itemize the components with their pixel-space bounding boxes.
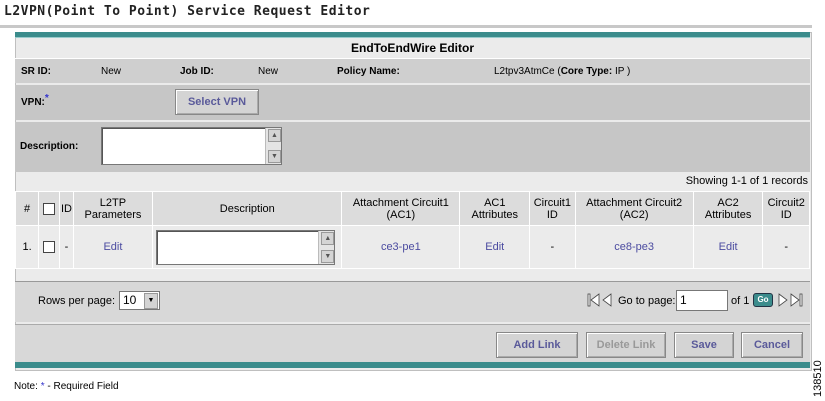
row-checkbox[interactable] [43,241,56,254]
col-ac2: Attachment Circuit2 (AC2) [574,191,694,226]
policy-name-label: Policy Name: [337,66,400,77]
description-scrollbar[interactable]: ▲ ▼ [265,128,281,164]
table-header: # ID L2TP Parameters Description Attachm… [14,191,810,226]
select-all-checkbox[interactable] [43,202,56,215]
goto-page-input[interactable]: 1 [676,290,728,311]
chevron-down-icon: ▼ [144,293,158,309]
scroll-down-icon[interactable]: ▼ [268,150,281,163]
col-number: # [14,191,40,226]
go-button[interactable]: Go [753,293,773,307]
col-l2tp-parameters: L2TP Parameters [72,191,154,226]
col-description: Description [152,191,343,226]
ac2-edit-link[interactable]: Edit [692,225,764,269]
scroll-up-icon[interactable]: ▲ [321,231,335,245]
core-type-value: IP ) [614,66,631,77]
pager-first-prev-icons [587,293,612,307]
row-number: 1. [14,225,40,269]
row-description-cell: ▲ ▼ [152,225,343,269]
sr-id-value: New [101,66,122,77]
note-prefix: Note: [14,381,38,392]
col-circuit2-id: Circuit2 ID [762,191,810,226]
sr-id-label: SR ID: [21,66,51,77]
ac2-link[interactable]: ce8-pe3 [574,225,694,269]
l2tp-edit-link[interactable]: Edit [72,225,154,269]
page-title: L2VPN(Point To Point) Service Request Ed… [4,4,371,19]
title-divider [0,25,812,28]
vpn-label: VPN:* [21,93,49,108]
required-marker: * [44,93,49,104]
ac1-edit-link[interactable]: Edit [459,225,531,269]
policy-name-text: L2tpv3AtmCe ( [494,66,561,77]
policy-name-value: L2tpv3AtmCe (Core Type: IP ) [494,66,630,77]
pager-next-last-icons [778,293,803,307]
last-page-icon[interactable] [790,293,803,307]
save-button[interactable]: Save [674,332,734,358]
circuit1-id-value: - [529,225,576,269]
editor-title: EndToEndWire Editor [15,39,810,59]
page-total: of 1 [731,295,750,307]
ac1-link[interactable]: ce3-pe1 [341,225,461,269]
scroll-up-icon[interactable]: ▲ [268,129,281,142]
required-field-note: Note: * - Required Field [14,381,119,392]
goto-page-label: Go to page: [618,295,676,307]
table-row: 1. - Edit ▲ ▼ ce3-pe1 Edit - ce8-pe3 Edi… [14,225,810,269]
description-row: Description: ▲ ▼ [15,122,810,172]
job-id-value: New [258,66,279,77]
action-bar: Add Link Delete Link Save Cancel [15,324,810,362]
vpn-row: VPN:* Select VPN [15,85,810,120]
next-page-icon[interactable] [778,293,788,307]
col-ac2-attributes: AC2 Attributes [692,191,764,226]
row-id: - [59,225,74,269]
prev-page-icon[interactable] [602,293,612,307]
note-text: - Required Field [47,381,119,392]
row-description-scrollbar[interactable]: ▲ ▼ [318,230,335,264]
rows-per-page-select[interactable]: 10 ▼ [119,291,160,310]
row-select-cell [38,225,61,269]
add-link-button[interactable]: Add Link [496,332,578,358]
editor-top-border [15,32,810,38]
job-id-label: Job ID: [180,66,214,77]
core-type-label: Core Type: [560,66,613,77]
description-label: Description: [20,141,79,152]
col-circuit1-id: Circuit1 ID [529,191,576,226]
vpn-label-text: VPN: [21,97,45,108]
col-ac1: Attachment Circuit1 (AC1) [341,191,461,226]
first-page-icon[interactable] [587,293,600,307]
request-info-row: SR ID: New Job ID: New Policy Name: L2tp… [15,59,810,83]
records-count: Showing 1-1 of 1 records [685,175,808,187]
cancel-button[interactable]: Cancel [741,332,803,358]
delete-link-button[interactable]: Delete Link [586,332,666,358]
rows-per-page-label: Rows per page: [38,295,116,307]
rows-per-page-value: 10 [123,293,137,307]
row-description-input[interactable]: ▲ ▼ [156,229,336,265]
links-table: # ID L2TP Parameters Description Attachm… [14,191,810,269]
col-ac1-attributes: AC1 Attributes [459,191,531,226]
col-id: ID [59,191,74,226]
goto-page-value: 1 [680,293,687,307]
select-vpn-button[interactable]: Select VPN [175,89,259,115]
description-input[interactable]: ▲ ▼ [101,127,282,165]
figure-id: 138510 [812,360,824,397]
editor-bottom-border [15,362,810,368]
pagination-bar: Rows per page: 10 ▼ Go to page: 1 of 1 G… [15,281,810,322]
col-select-all [38,191,61,226]
note-required-star: * [40,381,45,392]
scroll-down-icon[interactable]: ▼ [321,249,335,263]
circuit2-id-value: - [762,225,810,269]
